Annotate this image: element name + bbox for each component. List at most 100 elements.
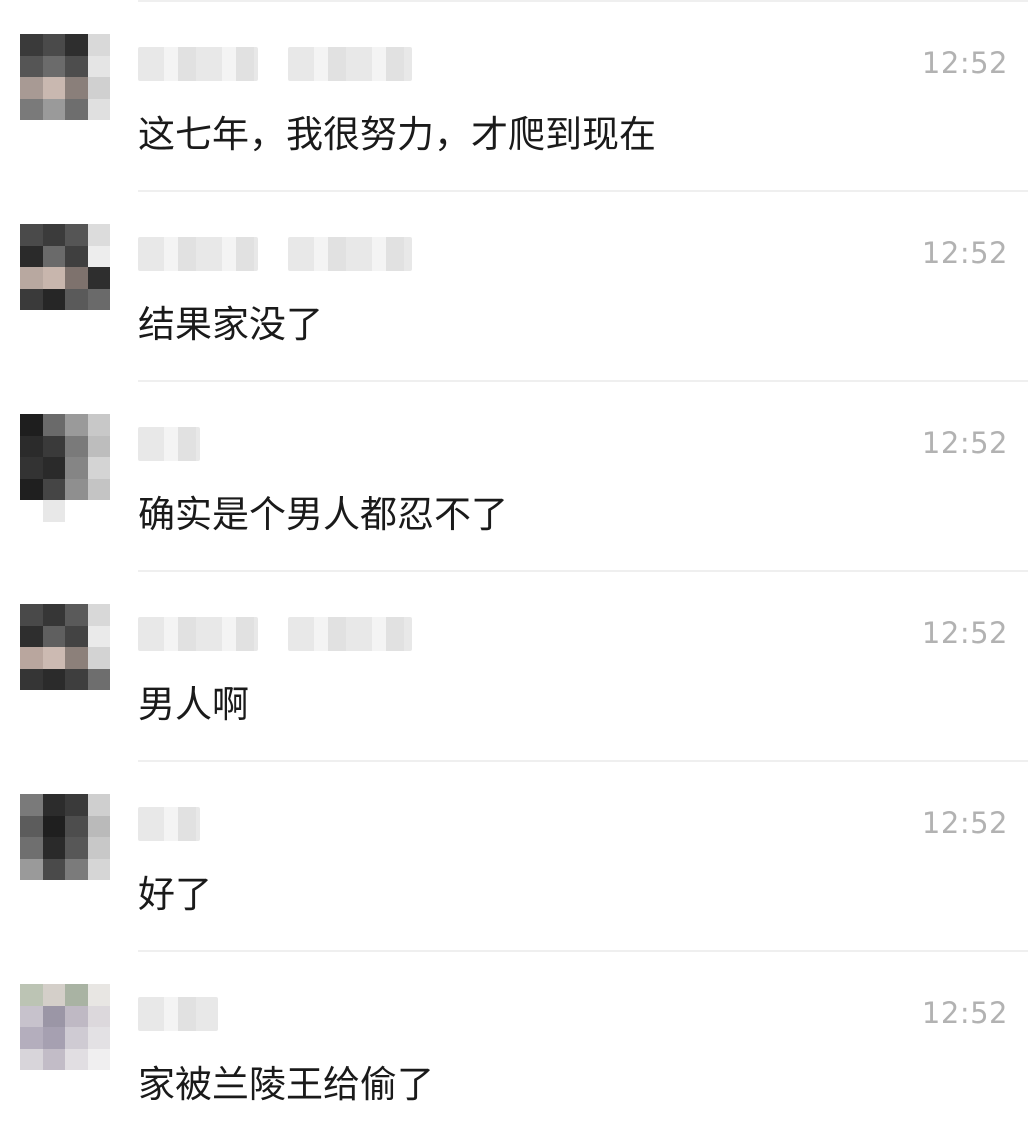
avatar-mosaic-cell [42, 1005, 65, 1028]
avatar-mosaic-cell [65, 310, 88, 332]
avatar-mosaic-cell [20, 880, 43, 902]
chat-message[interactable]: 12:52 男人啊 [0, 570, 1028, 760]
avatar-mosaic-cell [87, 604, 110, 626]
avatar-mosaic-cell [65, 98, 88, 121]
avatar-mosaic-cell [42, 310, 65, 332]
avatar-mosaic-cell [20, 98, 43, 121]
avatar-mosaic-cell [65, 668, 88, 691]
sender-name-blurred [138, 804, 200, 844]
avatar-mosaic-cell [20, 604, 43, 626]
avatar-mosaic-cell [65, 837, 88, 859]
avatar-mosaic-cell [42, 837, 65, 859]
chat-message[interactable]: 12:52 结果家没了 [0, 190, 1028, 380]
avatar-mosaic-cell [65, 77, 88, 99]
divider [138, 950, 1028, 952]
avatar-mosaic-cell [87, 1027, 110, 1049]
message-text: 男人啊 [138, 683, 249, 726]
avatar-mosaic-cell [87, 690, 110, 712]
avatar-mosaic-cell [87, 984, 110, 1006]
avatar-mosaic-cell [87, 1005, 110, 1028]
avatar-mosaic-cell [42, 794, 65, 816]
avatar-mosaic-cell [87, 815, 110, 838]
avatar-mosaic-cell [20, 435, 43, 458]
avatar-mosaic-cell [87, 1070, 110, 1092]
avatar-mosaic-cell [65, 880, 88, 902]
avatar-mosaic-cell [20, 625, 43, 648]
avatar-mosaic-cell [65, 794, 88, 816]
avatar-mosaic-cell [42, 120, 65, 142]
message-text: 好了 [138, 873, 212, 916]
avatar-mosaic-cell [20, 815, 43, 838]
avatar-mosaic-cell [87, 55, 110, 78]
avatar-mosaic-cell [42, 245, 65, 268]
avatar-mosaic-cell [65, 625, 88, 648]
avatar-mosaic-cell [20, 77, 43, 99]
avatar-mosaic-cell [65, 604, 88, 626]
avatar-mosaic-cell [65, 245, 88, 268]
avatar-mosaic-cell [20, 1005, 43, 1028]
avatar-mosaic-cell [42, 288, 65, 311]
sender-name-blurred [138, 614, 412, 654]
avatar-mosaic-cell [65, 984, 88, 1006]
avatar-mosaic-cell [65, 267, 88, 289]
divider [138, 760, 1028, 762]
avatar-mosaic-cell [20, 34, 43, 56]
avatar-mosaic-cell [87, 435, 110, 458]
avatar-mosaic-cell [87, 668, 110, 691]
avatar-mosaic-cell [20, 55, 43, 78]
message-time: 12:52 [921, 46, 1008, 80]
avatar-mosaic-cell [20, 500, 43, 522]
avatar-mosaic-cell [42, 224, 65, 246]
avatar-mosaic-cell [42, 625, 65, 648]
avatar-mosaic-cell [87, 478, 110, 501]
avatar-mosaic-cell [20, 1027, 43, 1049]
avatar[interactable] [20, 794, 110, 902]
avatar[interactable] [20, 414, 110, 522]
avatar-mosaic-cell [87, 880, 110, 902]
avatar-mosaic-cell [65, 435, 88, 458]
chat-message[interactable]: 12:52 家被兰陵王给偷了 [0, 950, 1028, 1140]
avatar-mosaic-cell [20, 984, 43, 1006]
chat-message[interactable]: 12:52 这七年，我很努力，才爬到现在 [0, 0, 1028, 190]
avatar-mosaic-cell [87, 500, 110, 522]
avatar-mosaic-cell [42, 34, 65, 56]
avatar-mosaic-cell [20, 267, 43, 289]
avatar-mosaic-cell [65, 500, 88, 522]
avatar[interactable] [20, 604, 110, 712]
avatar-mosaic-cell [87, 625, 110, 648]
avatar-mosaic-cell [42, 690, 65, 712]
sender-name-blurred [138, 994, 218, 1034]
avatar-mosaic-cell [42, 500, 65, 522]
avatar-mosaic-cell [42, 267, 65, 289]
avatar-mosaic-cell [42, 984, 65, 1006]
avatar-mosaic-cell [87, 34, 110, 56]
message-text: 家被兰陵王给偷了 [138, 1063, 434, 1106]
avatar-mosaic-cell [42, 604, 65, 626]
avatar[interactable] [20, 34, 110, 142]
avatar-mosaic-cell [42, 815, 65, 838]
avatar[interactable] [20, 984, 110, 1092]
avatar[interactable] [20, 224, 110, 332]
avatar-mosaic-cell [87, 1048, 110, 1071]
avatar-mosaic-cell [87, 858, 110, 881]
avatar-mosaic-cell [87, 120, 110, 142]
avatar-mosaic-cell [42, 457, 65, 479]
message-time: 12:52 [921, 996, 1008, 1030]
avatar-mosaic-cell [87, 77, 110, 99]
avatar-mosaic-cell [42, 647, 65, 669]
avatar-mosaic-cell [20, 1070, 43, 1092]
message-text: 结果家没了 [138, 303, 323, 346]
avatar-mosaic-cell [65, 647, 88, 669]
chat-message[interactable]: 12:52 确实是个男人都忍不了 [0, 380, 1028, 570]
avatar-mosaic-cell [87, 837, 110, 859]
avatar-mosaic-cell [65, 224, 88, 246]
avatar-mosaic-cell [42, 880, 65, 902]
avatar-mosaic-cell [42, 1070, 65, 1092]
avatar-mosaic-cell [65, 120, 88, 142]
avatar-mosaic-cell [65, 1005, 88, 1028]
avatar-mosaic-cell [65, 690, 88, 712]
avatar-mosaic-cell [20, 414, 43, 436]
avatar-mosaic-cell [42, 414, 65, 436]
chat-message[interactable]: 12:52 好了 [0, 760, 1028, 950]
avatar-mosaic-cell [42, 858, 65, 881]
